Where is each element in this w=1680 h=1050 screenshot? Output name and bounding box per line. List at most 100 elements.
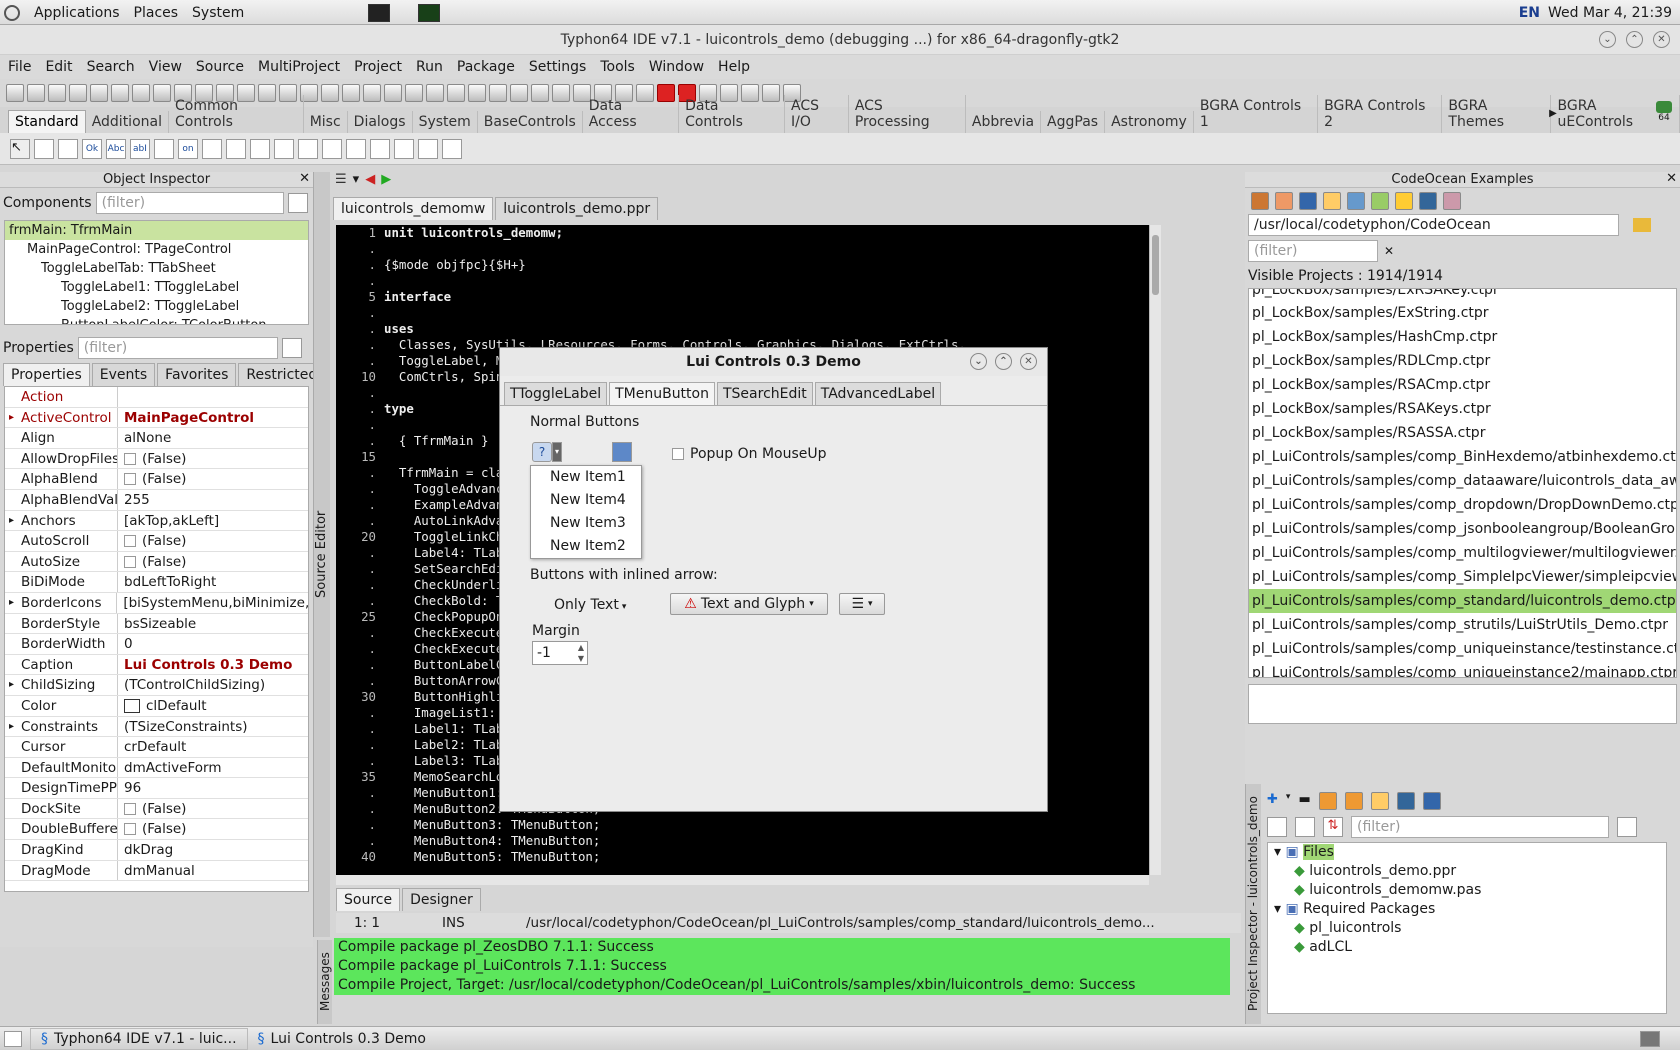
property-value[interactable]: 0 [118, 634, 133, 654]
menu-settings[interactable]: Settings [529, 59, 586, 75]
property-row[interactable]: DefaultMonito dmActiveForm [5, 757, 308, 779]
menu-multiproject[interactable]: MultiProject [258, 59, 340, 75]
property-value[interactable]: [biSystemMenu,biMinimize, [117, 593, 308, 613]
dialog-tab-ttogglelabel[interactable]: TToggleLabel [504, 382, 608, 405]
tab-source[interactable]: Source [336, 888, 401, 911]
property-value[interactable]: (False) [118, 552, 186, 572]
clear-filter-icon[interactable]: ✕ [1384, 244, 1394, 258]
project-tree-item[interactable]: ▾ ▣ Required Packages [1268, 900, 1666, 919]
property-row[interactable]: Caption Lui Controls 0.3 Demo [5, 654, 308, 676]
message-row[interactable]: Compile Project, Target: /usr/local/code… [334, 976, 1230, 995]
build-icon[interactable] [552, 84, 570, 102]
editor-tab[interactable]: luicontrols_demomw [333, 197, 494, 220]
memo-icon[interactable] [154, 138, 174, 159]
project-list-item[interactable]: pl_LuiControls/samples/comp_BinHexdemo/a… [1249, 445, 1676, 469]
property-value[interactable] [118, 387, 124, 407]
checkbox-icon[interactable] [202, 138, 222, 159]
checkbox-box[interactable] [124, 452, 136, 465]
component-tree-item[interactable]: MainPageControl: TPageControl [5, 240, 308, 259]
menu-run[interactable]: Run [416, 59, 443, 75]
property-value[interactable]: clDefault [118, 696, 207, 716]
find-icon[interactable] [489, 84, 507, 102]
component-tree-item[interactable]: ToggleLabelTab: TTabSheet [5, 259, 308, 278]
project-list-item[interactable]: pl_LockBox/samples/RSACmp.ctpr [1249, 373, 1676, 397]
checkbox-box[interactable] [124, 802, 136, 815]
minimize-icon[interactable]: ⌄ [970, 353, 987, 370]
property-value[interactable]: 255 [118, 490, 150, 510]
palette-tab-acs-i-o[interactable]: ACS I/O [785, 95, 849, 133]
dropdown-icon[interactable]: ▾ [353, 172, 360, 187]
popup-on-mouseup-checkbox[interactable]: Popup On MouseUp [672, 446, 827, 462]
margin-spinedit[interactable]: -1 ▲ ▼ [532, 641, 588, 665]
property-value[interactable]: (False) [118, 819, 186, 839]
clear-filter-icon[interactable] [287, 193, 308, 213]
property-value[interactable]: alNone [118, 428, 171, 448]
listbox-icon[interactable] [250, 138, 270, 159]
menu-window[interactable]: Window [649, 59, 704, 75]
project-tree-item[interactable]: ◆ luicontrols_demo.ppr [1268, 862, 1666, 881]
scrollbar-icon[interactable] [298, 138, 318, 159]
sort-icon[interactable] [1371, 192, 1389, 210]
project-tree-item[interactable]: ◆ luicontrols_demomw.pas [1268, 881, 1666, 900]
dialog-tab-tadvancedlabel[interactable]: TAdvancedLabel [814, 382, 942, 405]
gnome-logo-icon[interactable] [4, 4, 20, 21]
close-icon[interactable]: ✕ [1020, 353, 1037, 370]
only-text-button[interactable]: Only Text ▾ [554, 597, 626, 617]
edit-icon[interactable]: abI [130, 138, 150, 159]
component-tree-item[interactable]: ToggleLabel1: TToggleLabel [5, 278, 308, 297]
palette-tab-bgra-themes[interactable]: BGRA Themes [1442, 95, 1552, 133]
task-typhon[interactable]: § Typhon64 IDE v7.1 - luic... [30, 1027, 248, 1050]
open-icon[interactable] [48, 84, 66, 102]
open-icon[interactable] [426, 84, 444, 102]
property-row[interactable]: BorderStyle bsSizeable [5, 613, 308, 635]
message-row[interactable]: Compile package pl_ZeosDBO 7.1.1: Succes… [334, 938, 1230, 957]
close-icon[interactable]: ✕ [1666, 171, 1677, 186]
component-tree-item[interactable]: ToggleLabel2: TToggleLabel [5, 297, 308, 316]
property-value[interactable]: (False) [118, 531, 186, 551]
property-row[interactable]: DragMode dmManual [5, 860, 308, 882]
popup-menu-item[interactable]: New Item2 [531, 535, 641, 558]
close-icon[interactable]: ✕ [299, 171, 310, 186]
property-value[interactable]: dkDrag [118, 840, 173, 860]
view-icon[interactable] [1267, 817, 1287, 837]
margin-value[interactable]: -1 [533, 642, 575, 664]
more-icon[interactable] [1422, 792, 1441, 810]
property-row[interactable]: DoubleBuffere (False) [5, 819, 308, 841]
editor-hscrollbar[interactable] [336, 875, 1149, 885]
checkbox-box[interactable] [124, 555, 136, 568]
keyboard-layout-indicator[interactable]: EN [1519, 5, 1540, 21]
editor-tab[interactable]: luicontrols_demo.ppr [495, 197, 659, 220]
property-row[interactable]: BorderWidth 0 [5, 634, 308, 655]
clear-icon[interactable] [1275, 192, 1293, 210]
menu-file[interactable]: File [8, 59, 31, 75]
messages-side-tab[interactable]: Messages [317, 940, 332, 1024]
property-row[interactable]: BorderIcons [biSystemMenu,biMinimize, [5, 592, 308, 614]
image-button-icon[interactable] [612, 442, 632, 462]
project-list-item[interactable]: pl_LuiControls/samples/comp_uniqueinstan… [1249, 637, 1676, 661]
property-value[interactable]: dmManual [118, 861, 195, 881]
menu-edit[interactable]: Edit [45, 59, 72, 75]
clear-filter-icon[interactable] [281, 338, 302, 358]
places-menu[interactable]: Places [134, 5, 179, 21]
property-row[interactable]: DockSite (False) [5, 798, 308, 820]
minimize-icon[interactable]: ⌄ [1599, 31, 1616, 48]
project-list-item[interactable]: pl_LuiControls/samples/comp_strutils/Lui… [1249, 613, 1676, 637]
component-tree-item[interactable]: ButtonLabelColor: TColorButton [5, 316, 308, 324]
project-list-item[interactable]: pl_LuiControls/samples/comp_dataaware/lu… [1249, 469, 1676, 493]
folder-icon[interactable] [1633, 218, 1651, 232]
find-icon[interactable] [1396, 792, 1415, 810]
menu-view[interactable]: View [149, 59, 182, 75]
install-icon[interactable] [1370, 792, 1389, 810]
property-value[interactable]: [akTop,akLeft] [118, 511, 219, 531]
maximize-icon[interactable]: ⌃ [995, 353, 1012, 370]
palette-tab-data-controls[interactable]: Data Controls [679, 95, 786, 133]
options-icon[interactable] [1318, 792, 1337, 810]
applications-menu[interactable]: Applications [34, 5, 120, 21]
property-value[interactable]: (False) [118, 799, 186, 819]
project-list-item[interactable]: pl_LockBox/samples/RSAKeys.ctpr [1249, 397, 1676, 421]
clock[interactable]: Wed Mar 4, 21:39 [1548, 5, 1672, 21]
dialog-tab-tsearchedit[interactable]: TSearchEdit [716, 382, 813, 405]
palette-tab-additional[interactable]: Additional [86, 111, 169, 133]
project-filter-input[interactable]: (filter) [1351, 816, 1609, 838]
system-monitor-icon[interactable] [418, 3, 441, 22]
